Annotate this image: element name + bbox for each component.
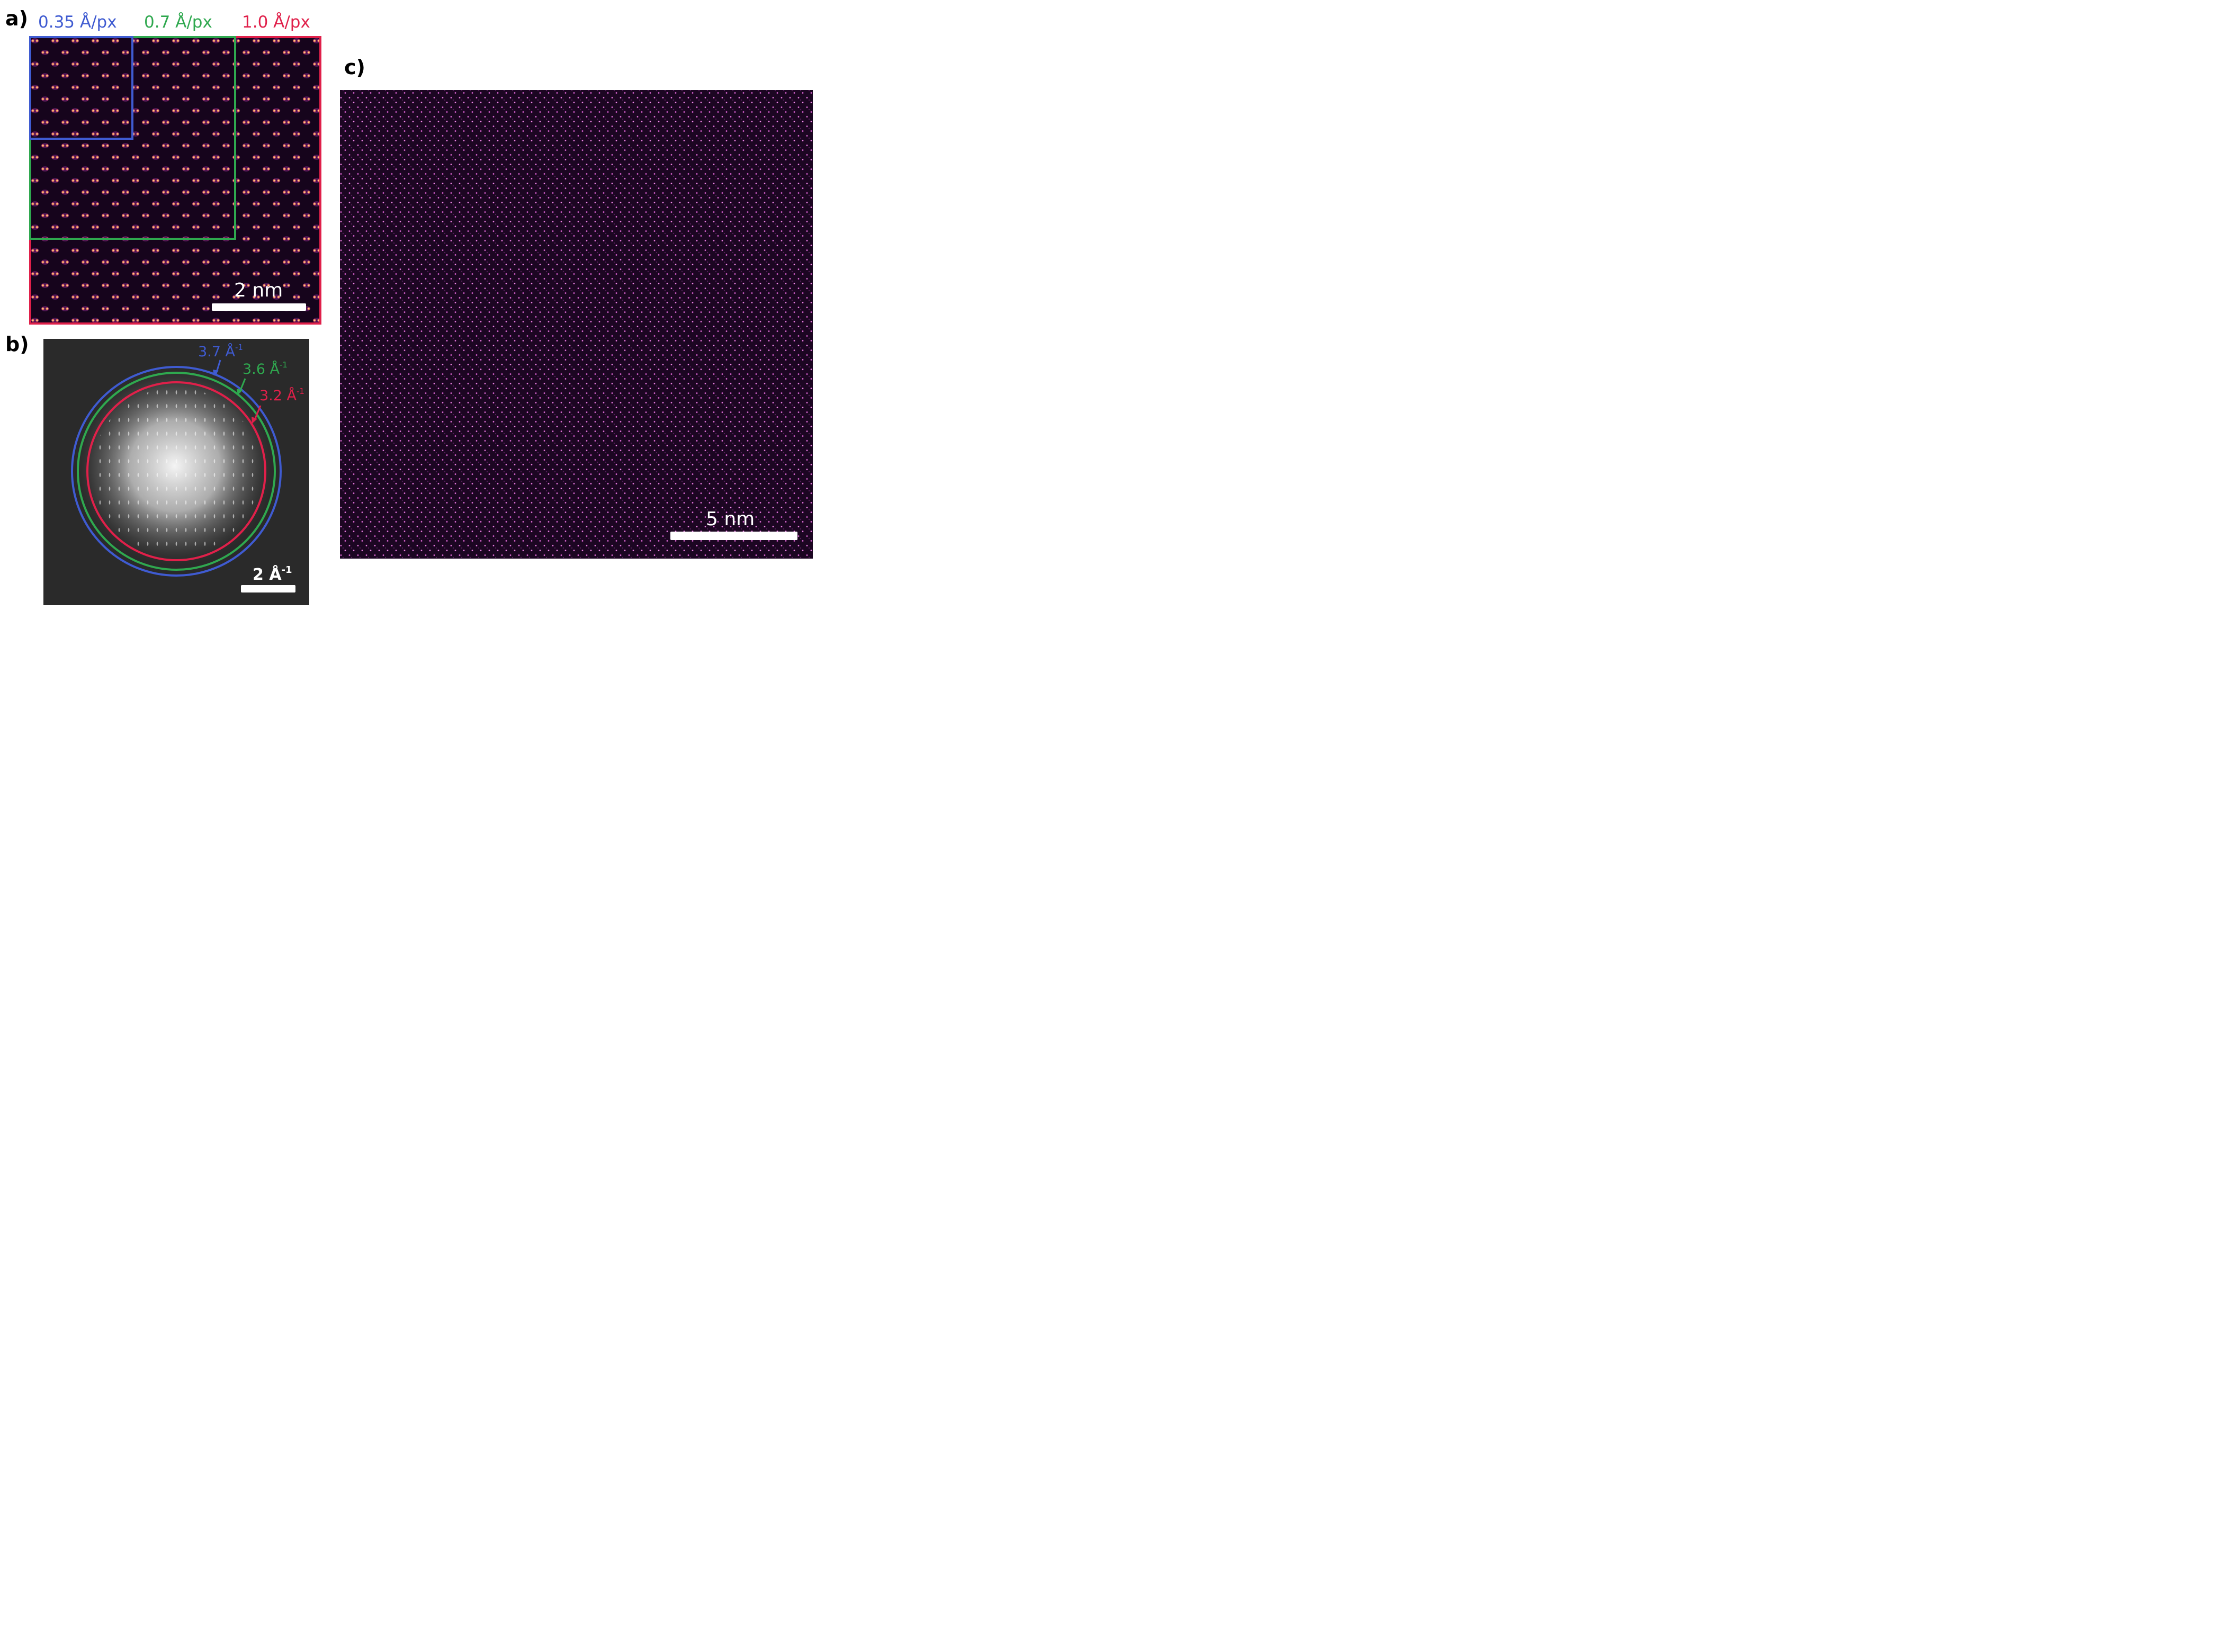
scale-bar-b (241, 585, 295, 592)
lattice-image-c (340, 90, 813, 559)
scale-bar-label-c: 5 nm (706, 508, 755, 530)
scale-bar-c (670, 532, 797, 540)
panel-c: c) 5 nm (340, 56, 813, 559)
scale-bar-label-a: 2 nm (234, 280, 283, 301)
resolution-label-blue: 0.35 Å/px (38, 13, 117, 32)
panel-c-label: c) (344, 56, 365, 79)
scale-bar-a (212, 303, 306, 311)
panel-b-label: b) (5, 333, 29, 356)
resolution-label-green: 0.7 Å/px (144, 13, 212, 32)
panel-b: b) 3.7 Å-1 3.6 Å-1 3.2 Å-1 2 Å-1 (5, 333, 309, 605)
fft-spots (92, 388, 259, 555)
resolution-label-red: 1.0 Å/px (242, 13, 310, 32)
panel-a-label: a) (5, 7, 28, 30)
figure: a) 0.35 Å/px 0.7 Å/px 1.0 Å/px 2 nm b) 3… (5, 7, 813, 605)
panel-a: a) 0.35 Å/px 0.7 Å/px 1.0 Å/px 2 nm (5, 7, 321, 325)
